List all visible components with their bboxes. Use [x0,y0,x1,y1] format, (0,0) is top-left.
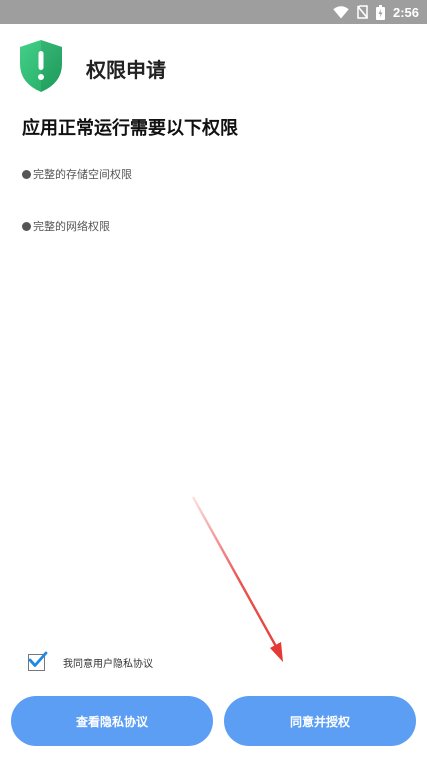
view-privacy-button[interactable]: 查看隐私协议 [11,696,213,746]
check-icon [28,651,48,667]
agreement-row: 我同意用户隐私协议 [28,651,153,671]
agree-grant-button[interactable]: 同意并授权 [224,696,416,746]
agree-checkbox[interactable] [28,651,48,671]
annotation-arrow [191,496,283,662]
agree-label: 我同意用户隐私协议 [63,659,153,670]
